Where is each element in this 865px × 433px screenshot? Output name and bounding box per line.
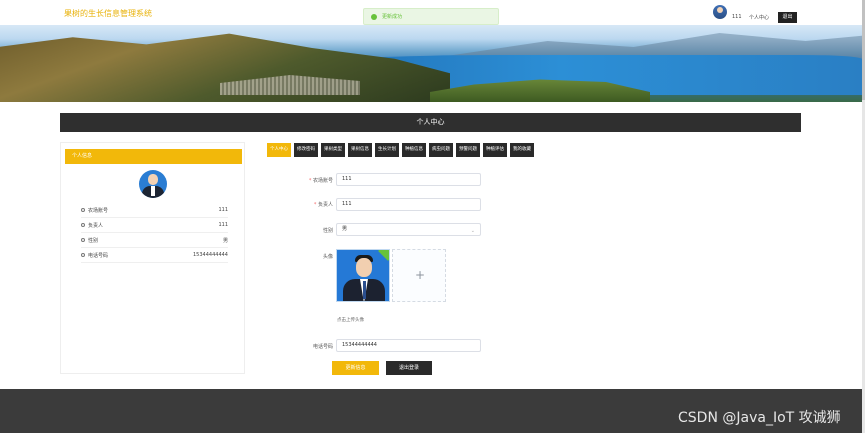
plus-icon: + [414, 268, 426, 282]
tab-planting-assessment[interactable]: 种植评估 [483, 143, 507, 157]
header-logout-button[interactable]: 退出 [778, 12, 797, 23]
list-item: 农场账号 111 [81, 203, 228, 218]
success-toast: 更新成功 [363, 8, 499, 25]
photo-label: 头像 [322, 254, 333, 260]
info-value: 男 [222, 237, 228, 244]
check-icon [378, 250, 389, 261]
phone-input[interactable]: 15344444444 [336, 339, 481, 352]
tab-planting-info[interactable]: 种植信息 [402, 143, 426, 157]
account-input[interactable]: 111 [336, 173, 481, 186]
gender-value: 男 [342, 226, 348, 232]
tab-my-favorites[interactable]: 我的收藏 [510, 143, 534, 157]
upload-button[interactable]: + [392, 249, 446, 302]
info-label: 电话号码 [88, 252, 109, 259]
info-label: 性别 [88, 237, 99, 244]
bullet-icon [81, 253, 85, 257]
tab-personal-center[interactable]: 个人中心 [267, 143, 291, 157]
info-label: 农场账号 [88, 207, 109, 214]
header-avatar[interactable] [713, 5, 727, 19]
list-item: 性别 男 [81, 233, 228, 248]
tab-growth-plan[interactable]: 生长计划 [375, 143, 399, 157]
gender-select[interactable]: 男 ⌄ [336, 223, 481, 236]
page: 果树的生长信息管理系统 更新成功 111 个人中心 退出 个人中心 个人信息 农… [0, 0, 865, 433]
chevron-down-icon: ⌄ [470, 228, 475, 234]
upload-hint: 点击上传头像 [337, 318, 364, 323]
center-tabs: 个人中心 修改密码 果树类型 果树信息 生长计划 种植信息 病虫问题 预警问题 … [267, 143, 537, 157]
section-title: 个人中心 [60, 113, 801, 132]
phone-label: 电话号码 [312, 344, 333, 350]
watermark: CSDN @Java_IoT 攻诚狮 [678, 410, 841, 426]
account-label: * 农场账号 [308, 178, 333, 184]
tab-fruit-tree-type[interactable]: 果树类型 [321, 143, 345, 157]
tab-warning-problems[interactable]: 预警问题 [456, 143, 480, 157]
tab-fruit-tree-info[interactable]: 果树信息 [348, 143, 372, 157]
logout-button[interactable]: 退出登录 [386, 361, 432, 375]
info-value: 111 [218, 207, 228, 213]
toast-message: 更新成功 [382, 14, 403, 20]
top-bar: 果树的生长信息管理系统 更新成功 111 个人中心 退出 [0, 0, 865, 25]
header-user-name[interactable]: 111 [732, 14, 742, 20]
list-item: 电话号码 15344444444 [81, 248, 228, 263]
profile-card-title: 个人信息 [65, 149, 242, 164]
bullet-icon [81, 223, 85, 227]
profile-avatar [139, 170, 167, 198]
info-label: 负责人 [88, 222, 104, 229]
bullet-icon [81, 208, 85, 212]
manager-input[interactable]: 111 [336, 198, 481, 211]
update-info-button[interactable]: 更新信息 [332, 361, 379, 375]
tab-pest-problems[interactable]: 病虫问题 [429, 143, 453, 157]
manager-label: * 负责人 [313, 202, 333, 208]
site-title[interactable]: 果树的生长信息管理系统 [64, 8, 152, 19]
banner-carousel[interactable] [0, 25, 862, 102]
tab-change-password[interactable]: 修改密码 [294, 143, 318, 157]
success-icon [371, 13, 377, 20]
bullet-icon [81, 238, 85, 242]
personal-center-link[interactable]: 个人中心 [749, 14, 769, 21]
profile-info-list: 农场账号 111 负责人 111 性别 男 电话号码 15344444444 [81, 203, 228, 263]
uploaded-photo[interactable] [336, 249, 390, 302]
list-item: 负责人 111 [81, 218, 228, 233]
info-value: 111 [218, 222, 228, 228]
gender-label: 性别 [322, 228, 333, 234]
info-value: 15344444444 [193, 252, 228, 258]
profile-card: 个人信息 农场账号 111 负责人 111 性别 男 电话号码 15344444… [60, 142, 245, 374]
